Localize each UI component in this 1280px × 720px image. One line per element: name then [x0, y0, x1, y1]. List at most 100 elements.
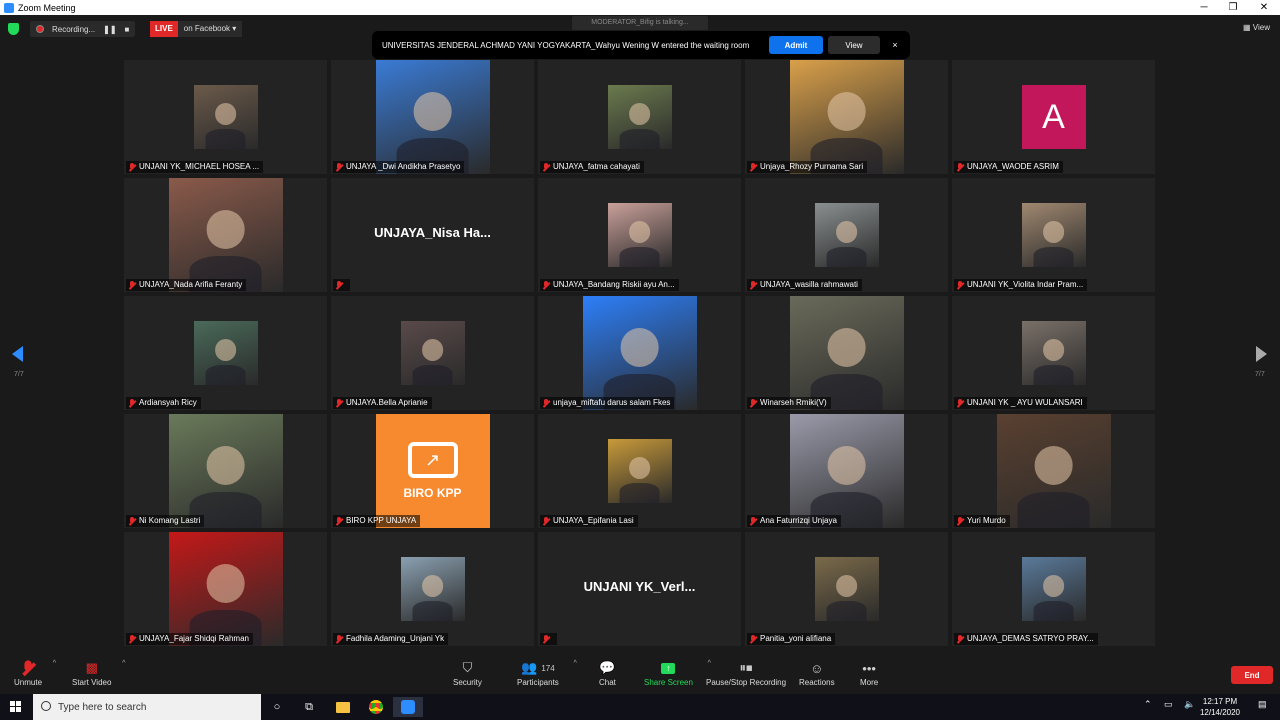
maximize-button[interactable]: ❐ [1219, 0, 1247, 15]
taskbar-search-box[interactable]: Type here to search [33, 694, 261, 720]
participant-name-label: UNJAYA_Nada Arifia Feranty [126, 279, 247, 291]
windows-start-icon[interactable] [10, 701, 22, 713]
muted-mic-icon [956, 516, 964, 526]
participant-name-label [540, 633, 557, 645]
notifications-icon[interactable]: ▤ [1258, 699, 1267, 710]
pause-stop-recording-button[interactable]: ⏸⏹ Pause/Stop Recording [706, 658, 786, 687]
window-title: Zoom Meeting [18, 2, 76, 13]
participants-caret-icon[interactable]: ^ [574, 660, 577, 667]
participant-tile[interactable]: Yuri Murdo [952, 414, 1155, 528]
shield-icon: ⛉ [462, 660, 473, 675]
participant-tile[interactable]: UNJAYA_DEMAS SATRYO PRAY... [952, 532, 1155, 646]
participant-tile[interactable]: Ardiansyah Ricy [124, 296, 327, 410]
participant-video [168, 414, 283, 528]
task-view-icon[interactable]: ⧉ [294, 697, 324, 717]
participant-tile[interactable]: UNJANI YK_Verl... [538, 532, 741, 646]
file-explorer-icon[interactable] [328, 697, 358, 717]
participant-tile[interactable]: Winarseh Rmiki(V) [745, 296, 948, 410]
participant-name-label: UNJAYA _Dwi Andikha Prasetyo [333, 161, 465, 173]
close-window-button[interactable]: ✕ [1250, 0, 1278, 15]
stop-recording-icon[interactable]: ■ [125, 25, 130, 34]
reactions-button[interactable]: ☺ Reactions [799, 658, 835, 688]
participant-tile[interactable]: UNJAYA_fatma cahayati [538, 60, 741, 174]
unmute-button[interactable]: Unmute ^ [14, 658, 56, 687]
participant-tile[interactable]: UNJAYA_Fajar Shidqi Rahman [124, 532, 327, 646]
participant-name: UNJANI YK _ AYU WULANSARI [967, 398, 1083, 407]
gallery-view-grid: UNJANI YK_MICHAEL HOSEA ... UNJAYA _Dwi A… [124, 60, 1156, 648]
zoom-taskbar-icon[interactable] [393, 697, 423, 717]
security-button[interactable]: ⛉ Security [453, 658, 482, 687]
audio-options-caret-icon[interactable]: ^ [53, 660, 56, 667]
volume-icon[interactable]: 🔈 [1184, 699, 1195, 710]
previous-page-arrow-icon[interactable] [12, 346, 23, 362]
page-indicator-left: 7/7 [14, 371, 24, 378]
participant-name-label: UNJAYA_wasilla rahmawati [747, 279, 862, 291]
participant-name-label: UNJANI YK_Violita Indar Pram... [954, 279, 1088, 291]
participant-name: UNJAYA_Fajar Shidqi Rahman [139, 634, 249, 643]
participant-tile[interactable]: UNJAYA_Nisa Ha... [331, 178, 534, 292]
participant-display-name: UNJANI YK_Verl... [583, 579, 696, 594]
person-body [205, 364, 246, 385]
participant-tile[interactable]: Fadhila Adaming_Unjani Yk [331, 532, 534, 646]
participant-tile[interactable]: UNJANI YK_Violita Indar Pram... [952, 178, 1155, 292]
live-stream-indicator[interactable]: LIVE on Facebook ▾ [150, 21, 243, 37]
muted-mic-icon [128, 280, 136, 290]
security-shield-icon[interactable] [8, 23, 19, 35]
participant-tile[interactable]: UNJAYA_wasilla rahmawati [745, 178, 948, 292]
live-platform-dropdown[interactable]: on Facebook ▾ [177, 21, 243, 37]
recording-indicator[interactable]: Recording... ❚❚ ■ [30, 21, 136, 37]
participants-icon: 👥 174 [521, 660, 555, 675]
muted-mic-icon [749, 162, 757, 172]
participant-name-label: UNJAYA_Epifania Lasi [540, 515, 638, 527]
participant-tile[interactable]: A UNJAYA_WAODE ASRIM [952, 60, 1155, 174]
muted-mic-icon [542, 398, 550, 408]
person-silhouette [214, 338, 237, 361]
video-options-caret-icon[interactable]: ^ [122, 660, 125, 667]
participant-tile[interactable]: UNJAYA _Dwi Andikha Prasetyo [331, 60, 534, 174]
participant-tile[interactable]: UNJAYA_Nada Arifia Feranty [124, 178, 327, 292]
participants-button[interactable]: 👥 174 Participants ^ [517, 658, 577, 687]
close-notification-icon[interactable]: × [888, 36, 902, 54]
view-layout-button[interactable]: ▦ View [1243, 23, 1270, 32]
participant-name: unjaya_miftafu darus salam Fkes [553, 398, 671, 407]
end-meeting-button[interactable]: End [1231, 666, 1273, 684]
muted-mic-icon [956, 280, 964, 290]
participant-tile[interactable]: unjaya_miftafu darus salam Fkes [538, 296, 741, 410]
title-bar: Zoom Meeting ─ ❐ ✕ [0, 0, 1280, 15]
start-video-button[interactable]: ▩ Start Video ^ [72, 658, 125, 687]
share-screen-label: Share Screen [644, 678, 693, 687]
chrome-icon[interactable] [361, 697, 391, 717]
admit-button[interactable]: Admit [769, 36, 823, 54]
waiting-room-notification: UNIVERSITAS JENDERAL ACHMAD YANI YOGYAKA… [372, 31, 910, 59]
participant-tile[interactable]: Ni Komang Lastri [124, 414, 327, 528]
participant-tile[interactable]: ↗ BIRO KPP BIRO KPP UNJAYA [331, 414, 534, 528]
participant-video [582, 296, 697, 410]
participant-name: Panitia_yoni alifiana [760, 634, 832, 643]
participant-tile[interactable]: UNJAYA.Bella Aprianie [331, 296, 534, 410]
next-page-arrow-icon[interactable] [1256, 346, 1267, 362]
tray-chevron-icon[interactable]: ⌃ [1144, 699, 1152, 710]
share-screen-button[interactable]: ↑ Share Screen ^ [644, 658, 711, 687]
participant-tile[interactable]: Ana Faturrizqi Unjaya [745, 414, 948, 528]
participant-name-label: Unjaya_Rhozy Purnama Sari [747, 161, 868, 173]
participant-video [400, 321, 465, 385]
participant-tile[interactable]: UNJANI YK _ AYU WULANSARI [952, 296, 1155, 410]
participant-tile[interactable]: Unjaya_Rhozy Purnama Sari [745, 60, 948, 174]
participant-tile[interactable]: UNJANI YK_MICHAEL HOSEA ... [124, 60, 327, 174]
muted-mic-icon [749, 516, 757, 526]
pause-recording-icon[interactable]: ❚❚ [103, 25, 116, 34]
minimize-button[interactable]: ─ [1190, 0, 1218, 15]
more-button[interactable]: ••• More [860, 658, 878, 688]
participant-tile[interactable]: UNJAYA_Epifania Lasi [538, 414, 741, 528]
cortana-icon[interactable]: ○ [262, 697, 292, 717]
participant-tile[interactable]: UNJAYA_Bandang Riskii ayu An... [538, 178, 741, 292]
participant-tile[interactable]: Panitia_yoni alifiana [745, 532, 948, 646]
chat-button[interactable]: 💬 Chat [599, 658, 616, 687]
participant-name: UNJAYA_DEMAS SATRYO PRAY... [967, 634, 1094, 643]
participant-name: UNJAYA_wasilla rahmawati [760, 280, 858, 289]
network-icon[interactable]: ▭ [1164, 699, 1173, 710]
reactions-label: Reactions [799, 678, 835, 687]
view-waiting-room-button[interactable]: View [828, 36, 880, 54]
system-clock[interactable]: 12:17 PM 12/14/2020 [1196, 696, 1244, 718]
person-silhouette [206, 209, 245, 249]
